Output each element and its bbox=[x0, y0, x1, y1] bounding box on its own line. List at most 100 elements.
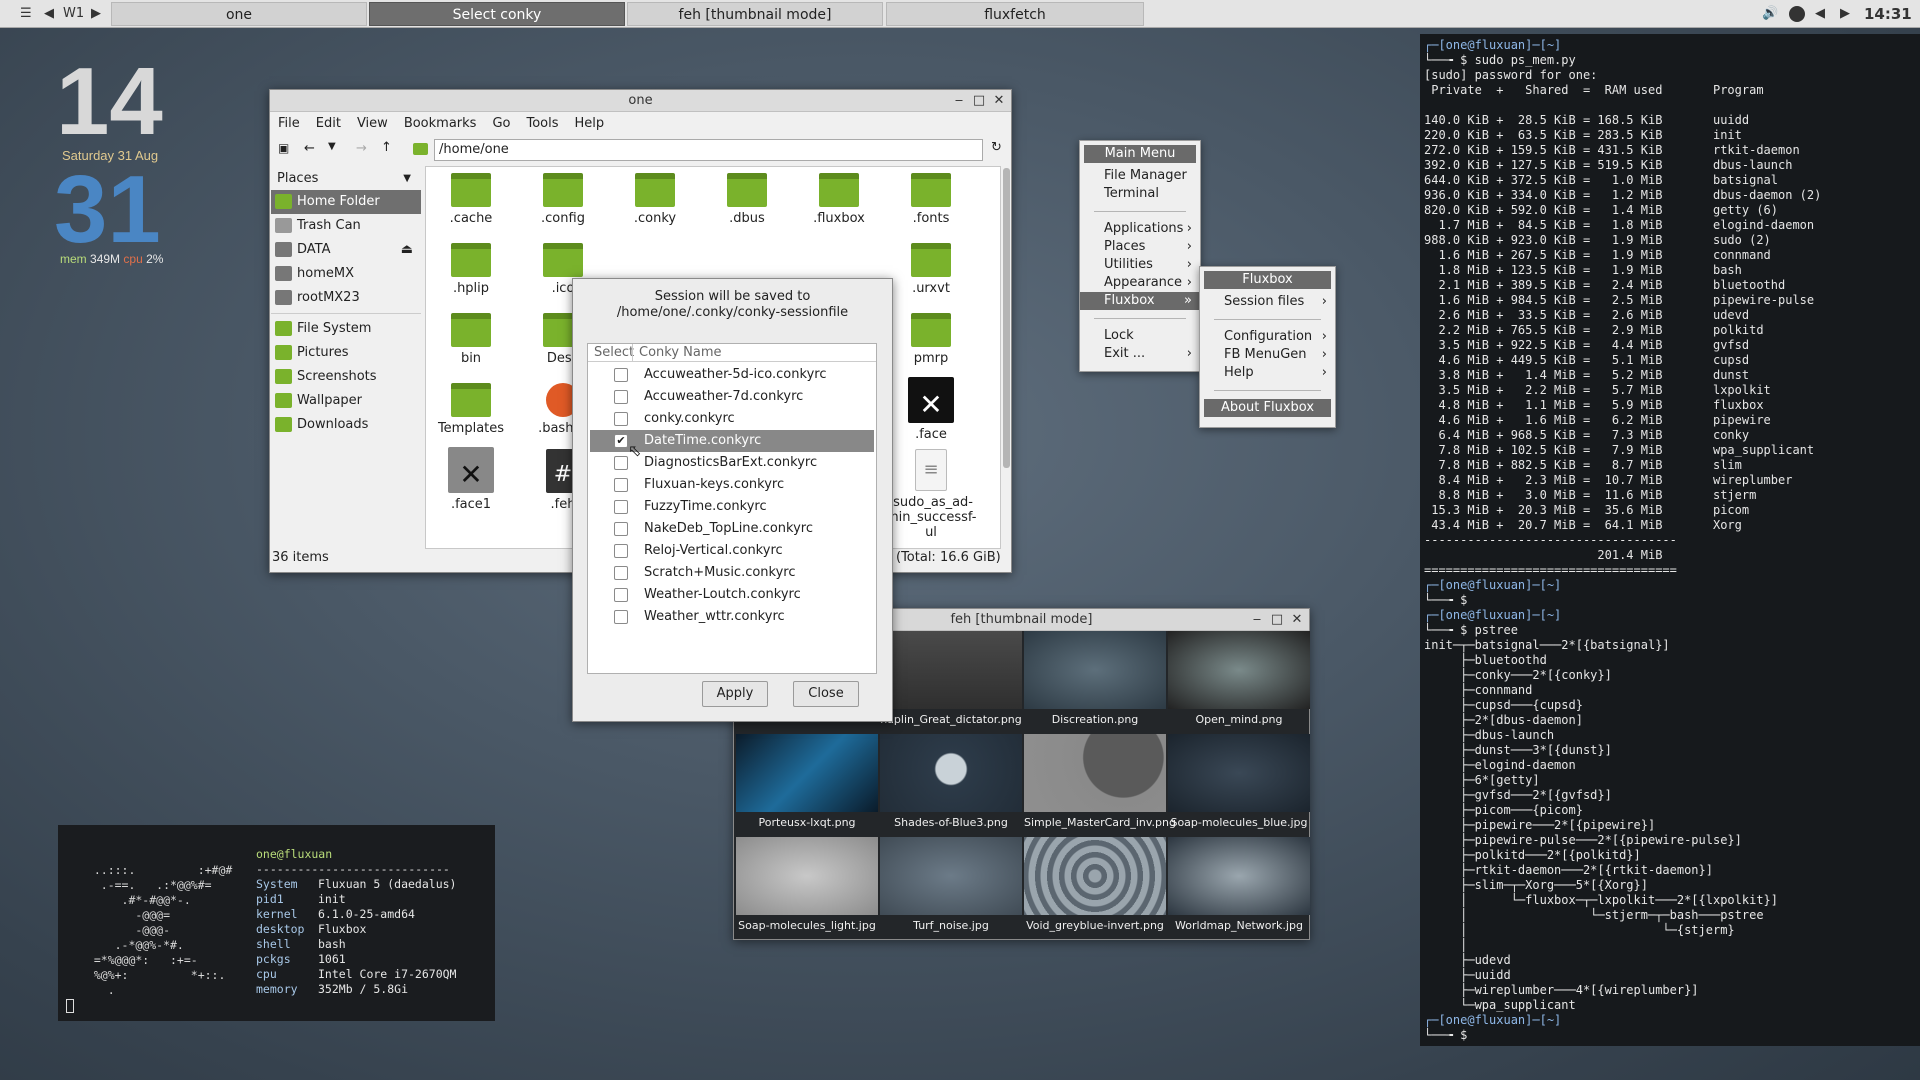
forward-icon[interactable]: → bbox=[356, 141, 367, 156]
conky-row[interactable]: NakeDeb_TopLine.conkyrc bbox=[590, 518, 874, 540]
thumbnail[interactable]: Porteusx-lxqt.png bbox=[736, 734, 878, 836]
volume-icon[interactable]: 🔊 bbox=[1762, 4, 1778, 24]
conky-row[interactable]: Weather_wttr.conkyrc bbox=[590, 606, 874, 628]
history-icon[interactable]: ▼ bbox=[328, 141, 336, 152]
checkbox[interactable] bbox=[614, 566, 628, 580]
conky-row[interactable]: Reloj-Vertical.conkyrc bbox=[590, 540, 874, 562]
checkbox[interactable] bbox=[614, 588, 628, 602]
menu-help[interactable]: Help bbox=[567, 112, 613, 136]
menu-go[interactable]: Go bbox=[484, 112, 518, 136]
app-tray-icon[interactable] bbox=[1789, 6, 1805, 22]
file-item[interactable]: ✕ .face1 bbox=[426, 447, 516, 512]
col-select[interactable]: Select bbox=[594, 344, 634, 362]
thumbnail[interactable]: haplin_Great_dictator.png bbox=[880, 631, 1022, 733]
close-icon[interactable]: ✕ bbox=[991, 90, 1007, 112]
menu-item-file-manager[interactable]: File Manager bbox=[1080, 167, 1200, 185]
sidebar-item-wallpaper[interactable]: Wallpaper bbox=[271, 389, 421, 413]
thumbnail[interactable]: Worldmap_Network.jpg bbox=[1168, 837, 1310, 939]
sidebar-item-screenshots[interactable]: Screenshots bbox=[271, 365, 421, 389]
menu-edit[interactable]: Edit bbox=[308, 112, 349, 136]
apply-button[interactable]: Apply bbox=[702, 681, 768, 707]
menu-file[interactable]: File bbox=[270, 112, 308, 136]
menu-item-places[interactable]: Places › bbox=[1080, 238, 1200, 256]
back-icon[interactable]: ← bbox=[304, 141, 315, 156]
file-item[interactable]: pmrp bbox=[886, 307, 976, 366]
next-icon[interactable]: ▶ bbox=[1840, 4, 1850, 24]
thumbnail[interactable]: Shades-of-Blue3.png bbox=[880, 734, 1022, 836]
menu-item-utilities[interactable]: Utilities › bbox=[1080, 256, 1200, 274]
checkbox[interactable] bbox=[614, 610, 628, 624]
menu-tools[interactable]: Tools bbox=[518, 112, 566, 136]
file-item[interactable]: .conky bbox=[610, 167, 700, 226]
minimize-icon[interactable]: ‒ bbox=[951, 90, 967, 112]
menu-item-lock[interactable]: Lock bbox=[1080, 327, 1200, 345]
checkbox[interactable] bbox=[614, 500, 628, 514]
task-fluxfetch[interactable]: fluxfetch bbox=[886, 2, 1144, 26]
menu-item-fluxbox[interactable]: Fluxbox » bbox=[1080, 292, 1200, 310]
path-input[interactable]: /home/one bbox=[434, 139, 983, 161]
file-item[interactable]: .fluxbox bbox=[794, 167, 884, 226]
task-feh[interactable]: feh [thumbnail mode] bbox=[627, 2, 883, 26]
menu-item-configuration[interactable]: Configuration › bbox=[1200, 328, 1335, 346]
thumbnail[interactable]: Discreation.png bbox=[1024, 631, 1166, 733]
conky-row[interactable]: Weather-Loutch.conkyrc bbox=[590, 584, 874, 606]
thumbnail[interactable]: Soap-molecules_blue.jpg bbox=[1168, 734, 1310, 836]
file-item[interactable]: .hplip bbox=[426, 237, 516, 296]
sidebar-item-filesystem[interactable]: File System bbox=[271, 317, 421, 341]
menu-item-applications[interactable]: Applications › bbox=[1080, 220, 1200, 238]
maximize-icon[interactable]: □ bbox=[971, 90, 987, 112]
menu-icon[interactable]: ☰ bbox=[20, 4, 32, 24]
up-icon[interactable]: ↑ bbox=[381, 140, 392, 155]
task-select-conky[interactable]: Select conky bbox=[369, 2, 625, 26]
file-item[interactable]: .config bbox=[518, 167, 608, 226]
conky-row[interactable]: FuzzyTime.conkyrc bbox=[590, 496, 874, 518]
refresh-icon[interactable]: ↻ bbox=[991, 140, 1002, 155]
checkbox[interactable] bbox=[614, 368, 628, 382]
conky-row[interactable]: Scratch+Music.conkyrc bbox=[590, 562, 874, 584]
chevron-down-icon[interactable]: ▼ bbox=[403, 168, 411, 190]
checkbox[interactable] bbox=[614, 522, 628, 536]
file-item[interactable]: .cache bbox=[426, 167, 516, 226]
sidebar-item-data[interactable]: DATA ⏏ bbox=[271, 238, 421, 262]
menu-view[interactable]: View bbox=[349, 112, 396, 136]
menu-item-help[interactable]: Help › bbox=[1200, 364, 1335, 382]
sidebar-item-rootmx23[interactable]: rootMX23 bbox=[271, 286, 421, 310]
thumbnail[interactable]: Soap-molecules_light.jpg bbox=[736, 837, 878, 939]
file-item[interactable]: .urxvt bbox=[886, 237, 976, 296]
menu-item-session-files[interactable]: Session files › bbox=[1200, 293, 1335, 311]
thumbnail[interactable]: Simple_MasterCard_inv.png bbox=[1024, 734, 1176, 836]
sidebar-item-downloads[interactable]: Downloads bbox=[271, 413, 421, 437]
file-item[interactable]: .fonts bbox=[886, 167, 976, 226]
conky-row[interactable]: Fluxuan-keys.conkyrc bbox=[590, 474, 874, 496]
file-item[interactable]: bin bbox=[426, 307, 516, 366]
col-name[interactable]: Conky Name bbox=[632, 344, 722, 362]
menu-item-about-fluxbox[interactable]: About Fluxbox bbox=[1204, 399, 1331, 417]
prev-workspace-icon[interactable]: ◀ bbox=[44, 4, 54, 24]
scrollbar[interactable] bbox=[1003, 168, 1010, 468]
next-workspace-icon[interactable]: ▶ bbox=[91, 4, 101, 24]
main-terminal[interactable]: ┌─[one@fluxuan]─[~] └──╼ $ sudo ps_mem.py… bbox=[1420, 34, 1920, 1046]
sidebar-item-pictures[interactable]: Pictures bbox=[271, 341, 421, 365]
file-item[interactable]: ≡ .sudo_as_ad- min_successf- ul bbox=[886, 447, 976, 540]
menu-bookmarks[interactable]: Bookmarks bbox=[396, 112, 485, 136]
conky-row[interactable]: conky.conkyrc bbox=[590, 408, 874, 430]
minimize-icon[interactable]: ‒ bbox=[1249, 609, 1265, 631]
eject-icon[interactable]: ⏏ bbox=[401, 238, 413, 262]
thumbnail[interactable]: Turf_noise.jpg bbox=[880, 837, 1022, 939]
checkbox[interactable] bbox=[614, 390, 628, 404]
sidebar-item-homemx[interactable]: homeMX bbox=[271, 262, 421, 286]
checkbox[interactable]: ✔ bbox=[614, 434, 628, 448]
close-button[interactable]: Close bbox=[793, 681, 859, 707]
checkbox[interactable] bbox=[614, 544, 628, 558]
file-item[interactable]: .dbus bbox=[702, 167, 792, 226]
places-header[interactable]: Places ▼ bbox=[271, 168, 421, 190]
checkbox[interactable] bbox=[614, 456, 628, 470]
menu-item-appearance[interactable]: Appearance › bbox=[1080, 274, 1200, 292]
sidebar-item-trash[interactable]: Trash Can bbox=[271, 214, 421, 238]
file-manager-titlebar[interactable]: one ‒ □ ✕ bbox=[270, 90, 1011, 112]
sidebar-item-home[interactable]: Home Folder bbox=[271, 190, 421, 214]
menu-item-terminal[interactable]: Terminal bbox=[1080, 185, 1200, 203]
prev-icon[interactable]: ◀ bbox=[1815, 4, 1825, 24]
close-icon[interactable]: ✕ bbox=[1289, 609, 1305, 631]
maximize-icon[interactable]: □ bbox=[1269, 609, 1285, 631]
